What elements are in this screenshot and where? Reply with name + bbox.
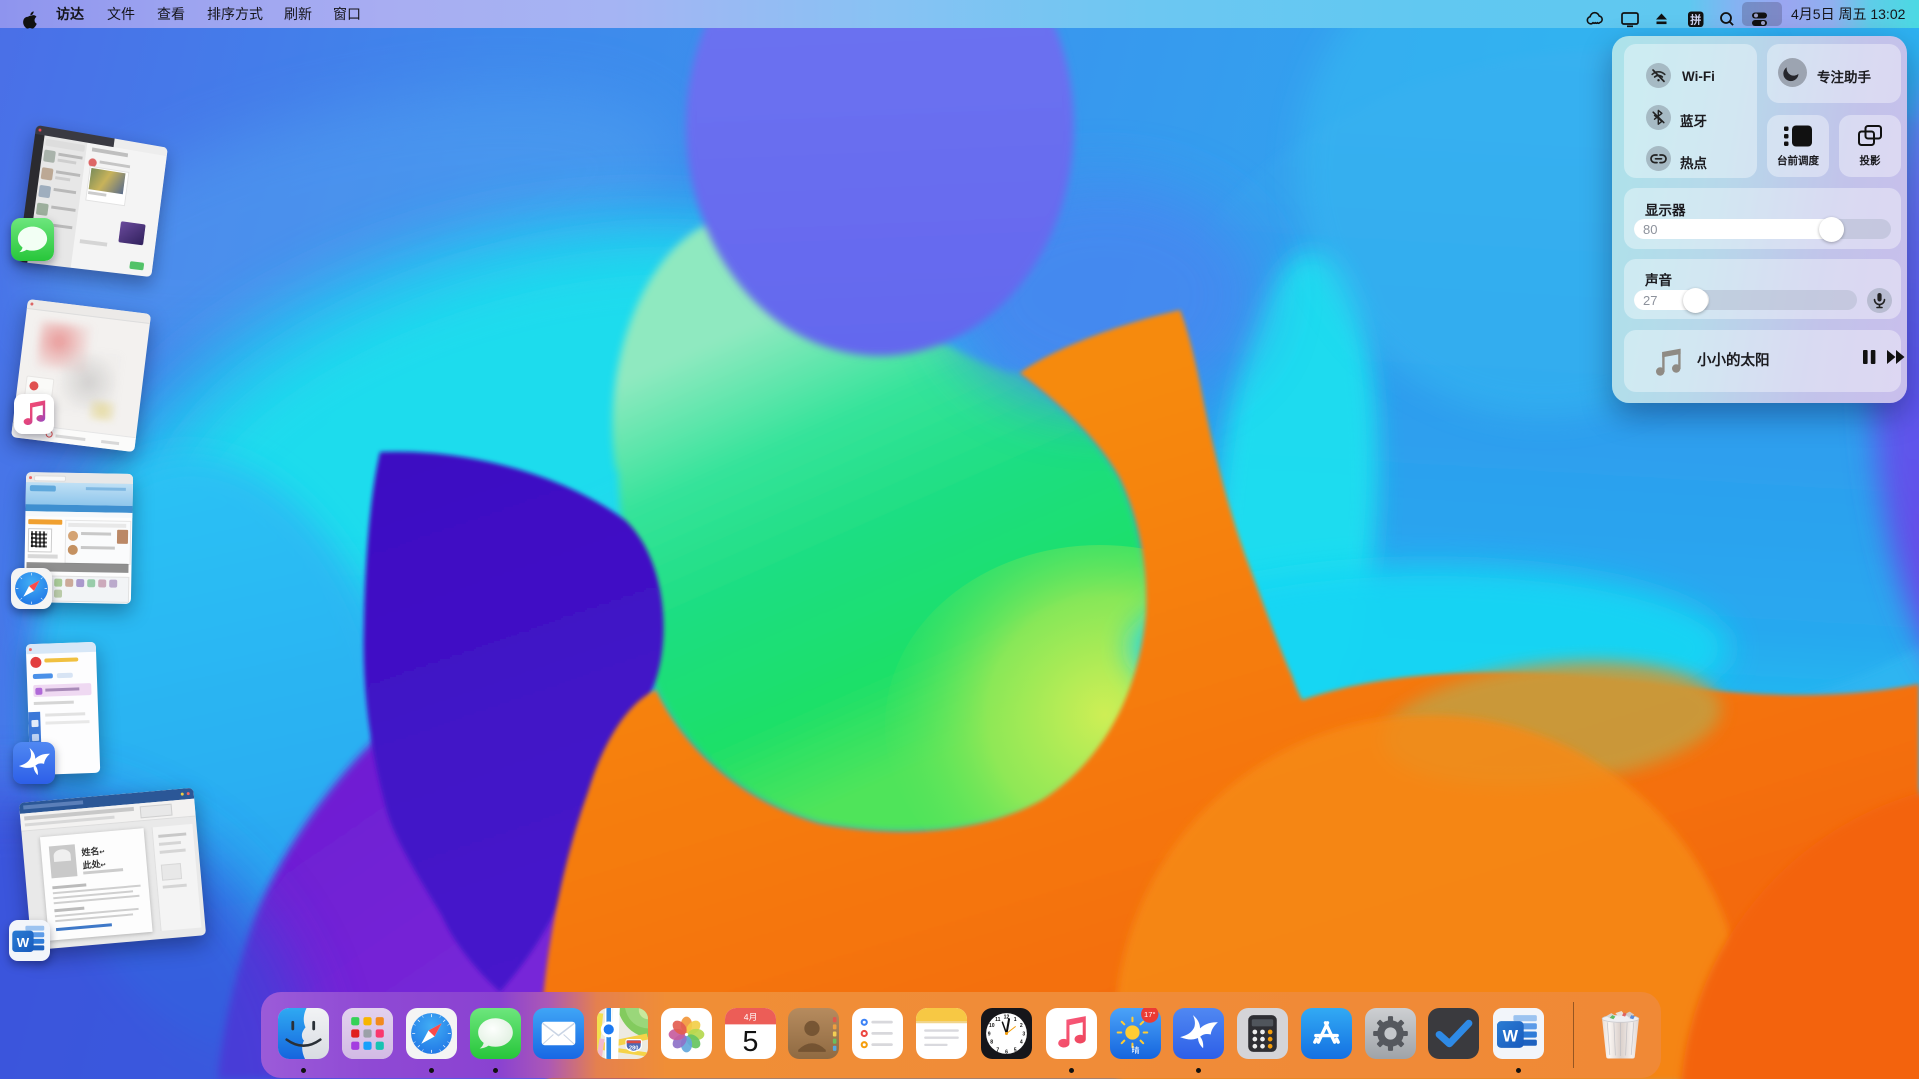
svg-text:4: 4 <box>1020 1040 1023 1046</box>
svg-text:6: 6 <box>1005 1049 1008 1055</box>
svg-text:8: 8 <box>990 1040 993 1046</box>
svg-text:280: 280 <box>629 1045 638 1051</box>
svg-text:7: 7 <box>996 1047 999 1053</box>
svg-text:W: W <box>1502 1028 1518 1046</box>
svg-text:5: 5 <box>1014 1047 1017 1053</box>
svg-text:晴: 晴 <box>1131 1045 1139 1055</box>
svg-text:5: 5 <box>742 1026 758 1058</box>
svg-text:1: 1 <box>1014 1017 1017 1023</box>
svg-text:11: 11 <box>995 1017 1001 1023</box>
svg-text:W: W <box>17 935 30 950</box>
svg-text:3: 3 <box>1022 1032 1025 1038</box>
svg-text:10: 10 <box>989 1023 995 1029</box>
svg-text:4月: 4月 <box>743 1012 756 1022</box>
svg-text:17°: 17° <box>1144 1010 1156 1019</box>
svg-text:9: 9 <box>988 1032 991 1038</box>
svg-text:2: 2 <box>1020 1023 1023 1029</box>
svg-text:拼: 拼 <box>1690 12 1701 26</box>
